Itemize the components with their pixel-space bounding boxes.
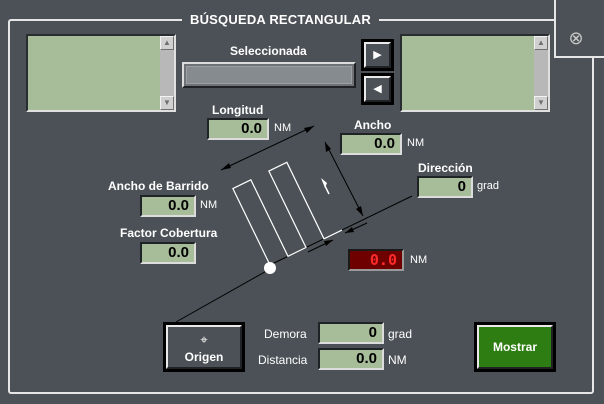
ancho-barrido-unit: NM xyxy=(200,199,218,211)
demora-field[interactable]: 0 xyxy=(318,322,384,344)
ancho-unit: NM xyxy=(407,137,425,149)
direccion-field[interactable]: 0 xyxy=(417,176,473,198)
ancho-label: Ancho xyxy=(354,118,392,132)
origen-button-label: Origen xyxy=(184,350,224,364)
factor-cobertura-field[interactable]: 0.0 xyxy=(140,242,196,264)
factor-cobertura-label: Factor Cobertura xyxy=(120,226,218,240)
crosshair-icon: ⌖ xyxy=(200,332,208,347)
demora-unit: grad xyxy=(388,327,413,341)
mostrar-button[interactable]: Mostrar xyxy=(474,322,556,372)
computed-distance-display: 0.0 xyxy=(348,249,404,271)
direccion-unit: grad xyxy=(477,180,500,192)
demora-label: Demora xyxy=(264,327,307,341)
ancho-barrido-field[interactable]: 0.0 xyxy=(140,195,196,217)
longitud-label: Longitud xyxy=(212,103,264,117)
longitud-unit: NM xyxy=(274,122,292,134)
distancia-unit: NM xyxy=(388,353,407,367)
origen-button[interactable]: ⌖ Origen xyxy=(163,322,245,372)
mostrar-button-label: Mostrar xyxy=(477,325,553,369)
computed-distance-unit: NM xyxy=(410,254,428,266)
distancia-label: Distancia xyxy=(258,353,308,367)
ancho-field[interactable]: 0.0 xyxy=(340,133,402,155)
rectangular-search-panel: BÚSQUEDA RECTANGULAR ⊗ ▲ ▼ ▲ ▼ Seleccion… xyxy=(0,0,604,404)
longitud-field[interactable]: 0.0 xyxy=(207,118,269,140)
distancia-field[interactable]: 0.0 xyxy=(318,348,384,370)
direccion-label: Dirección xyxy=(418,161,473,175)
ancho-barrido-label: Ancho de Barrido xyxy=(108,179,209,193)
